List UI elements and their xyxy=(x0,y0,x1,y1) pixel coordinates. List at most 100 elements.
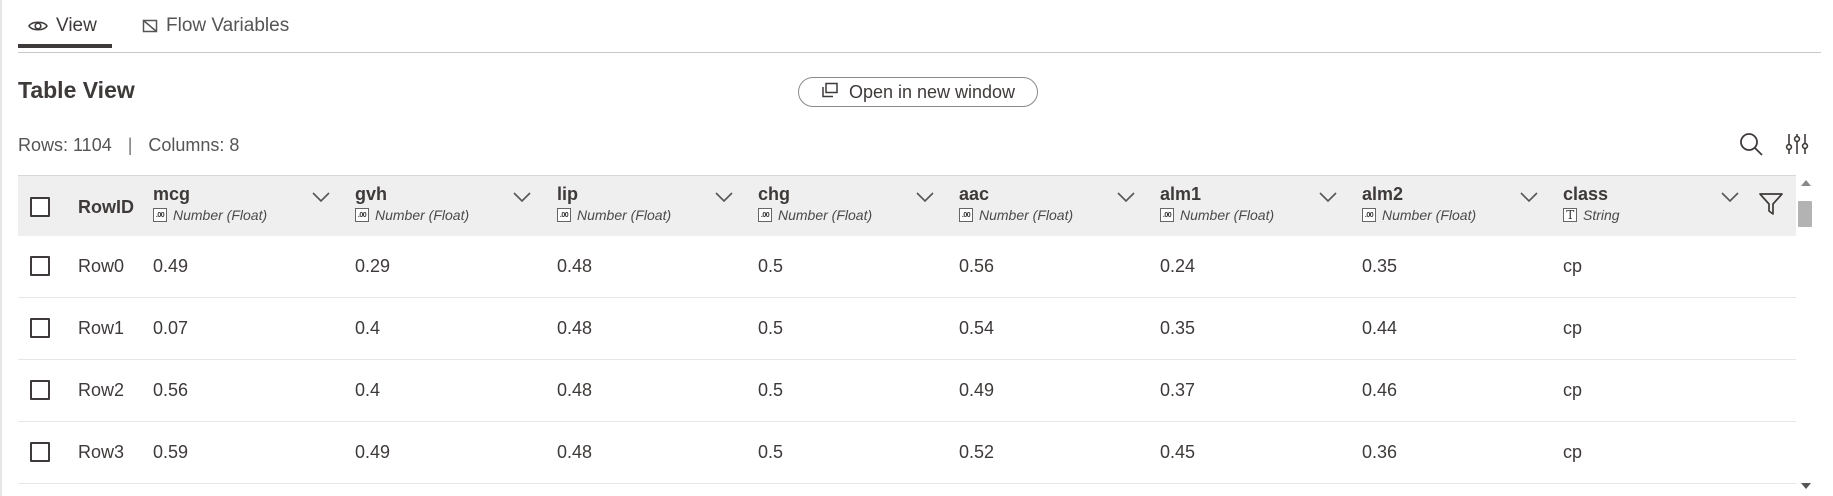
table-cell: 0.49 xyxy=(355,442,391,462)
column-type-label: String xyxy=(1583,207,1620,223)
column-type: .00 Number (Float) xyxy=(153,207,267,223)
row-checkbox[interactable] xyxy=(30,380,50,400)
scrollbar-thumb[interactable] xyxy=(1798,201,1812,227)
chevron-down-icon[interactable] xyxy=(915,190,935,209)
chevron-down-icon[interactable] xyxy=(311,190,331,209)
table-cell: 0.5 xyxy=(758,442,784,462)
table-cell: 0.48 xyxy=(557,256,593,276)
string-type-icon: T xyxy=(1563,208,1577,222)
table-cell: 0.4 xyxy=(355,318,381,338)
table-cell: 0.48 xyxy=(557,380,593,400)
column-name: alm1 xyxy=(1160,184,1202,204)
chevron-down-icon[interactable] xyxy=(1519,190,1539,209)
new-window-icon xyxy=(821,82,839,103)
table-cell: 0.37 xyxy=(1160,380,1196,400)
column-type-label: Number (Float) xyxy=(173,207,268,223)
table-header: RowID mcg .00 Number (Float) gvh .00 Numbe… xyxy=(18,175,1796,237)
table-row: Row1 0.07 0.4 0.48 0.5 0.54 0.35 0.44 cp xyxy=(18,298,1796,360)
table-cell: 0.59 xyxy=(153,442,189,462)
tab-flow-variables[interactable]: Flow Variables xyxy=(142,0,289,52)
chevron-down-icon[interactable] xyxy=(714,190,734,209)
row-checkbox[interactable] xyxy=(30,318,50,338)
column-name: mcg xyxy=(153,184,191,204)
filter-icon[interactable] xyxy=(1758,191,1784,222)
column-type-label: Number (Float) xyxy=(1382,207,1477,223)
row-id: Row2 xyxy=(78,380,125,400)
column-type: .00 Number (Float) xyxy=(1160,207,1274,223)
table-cell: 0.4 xyxy=(355,380,381,400)
chevron-down-icon[interactable] xyxy=(512,190,532,209)
rows-count: Rows: 1104 xyxy=(18,135,112,155)
column-type-label: Number (Float) xyxy=(778,207,873,223)
row-checkbox[interactable] xyxy=(30,442,50,462)
table-cell: cp xyxy=(1563,380,1583,400)
column-type-label: Number (Float) xyxy=(979,207,1074,223)
vertical-scrollbar[interactable] xyxy=(1796,175,1814,496)
tab-flow-variables-label: Flow Variables xyxy=(166,15,290,36)
column-type: .00 Number (Float) xyxy=(355,207,469,223)
row-checkbox[interactable] xyxy=(30,256,50,276)
chevron-down-icon[interactable] xyxy=(1318,190,1338,209)
table-cell: 0.52 xyxy=(959,442,995,462)
column-type-label: Number (Float) xyxy=(375,207,470,223)
table-cell: 0.35 xyxy=(1362,256,1398,276)
table-row: Row2 0.56 0.4 0.48 0.5 0.49 0.37 0.46 cp xyxy=(18,360,1796,422)
open-in-new-window-label: Open in new window xyxy=(848,81,1016,102)
rowid-header: RowID xyxy=(78,197,134,217)
table-cell: 0.46 xyxy=(1362,380,1398,400)
columns-count: Columns: 8 xyxy=(148,135,240,155)
table-cell: 0.24 xyxy=(1160,256,1196,276)
table-cell: 0.56 xyxy=(153,380,189,400)
table-cell: 0.35 xyxy=(1160,318,1196,338)
page-title: Table View xyxy=(18,77,135,103)
column-type: .00 Number (Float) xyxy=(557,207,671,223)
row-id: Row1 xyxy=(78,318,125,338)
scroll-down-arrow-icon[interactable] xyxy=(1801,483,1811,489)
table-cell: cp xyxy=(1563,318,1583,338)
table-cell: cp xyxy=(1563,442,1583,462)
float-type-icon: .00 xyxy=(1362,208,1376,222)
float-type-icon: .00 xyxy=(959,208,973,222)
column-name: chg xyxy=(758,184,791,204)
data-table: RowID mcg .00 Number (Float) gvh .00 Numbe… xyxy=(18,175,1796,496)
table-cell: 0.5 xyxy=(758,318,784,338)
float-type-icon: .00 xyxy=(758,208,772,222)
float-type-icon: .00 xyxy=(153,208,167,222)
search-icon[interactable] xyxy=(1738,131,1764,162)
column-type: .00 Number (Float) xyxy=(1362,207,1476,223)
table-cell: 0.07 xyxy=(153,318,189,338)
row-id: Row3 xyxy=(78,442,125,462)
table-cell: 0.49 xyxy=(959,380,995,400)
column-type: .00 Number (Float) xyxy=(758,207,872,223)
eye-icon xyxy=(28,19,48,33)
open-in-new-window-button[interactable]: Open in new window xyxy=(798,77,1038,107)
table-cell: 0.54 xyxy=(959,318,995,338)
column-name: lip xyxy=(557,184,578,204)
table-cell: 0.48 xyxy=(557,442,593,462)
flow-variables-icon xyxy=(142,19,158,33)
select-all-checkbox[interactable] xyxy=(30,197,50,217)
table-cell: 0.56 xyxy=(959,256,995,276)
table-info: Rows: 1104 | Columns: 8 xyxy=(18,135,239,156)
tab-bar: View Flow Variables xyxy=(18,0,1821,53)
table-cell: 0.5 xyxy=(758,380,784,400)
chevron-down-icon[interactable] xyxy=(1720,190,1740,209)
scroll-up-arrow-icon[interactable] xyxy=(1801,180,1811,186)
float-type-icon: .00 xyxy=(1160,208,1174,222)
table-row: Row0 0.49 0.29 0.48 0.5 0.56 0.24 0.35 c… xyxy=(18,236,1796,298)
column-name: class xyxy=(1563,184,1609,204)
chevron-down-icon[interactable] xyxy=(1116,190,1136,209)
column-name: gvh xyxy=(355,184,388,204)
tab-view-label: View xyxy=(56,15,97,36)
column-type: T String xyxy=(1563,207,1620,223)
float-type-icon: .00 xyxy=(355,208,369,222)
settings-sliders-icon[interactable] xyxy=(1785,131,1809,162)
column-type-label: Number (Float) xyxy=(577,207,672,223)
column-name: alm2 xyxy=(1362,184,1404,204)
table-cell: 0.48 xyxy=(557,318,593,338)
column-type: .00 Number (Float) xyxy=(959,207,1073,223)
table-row: Row3 0.59 0.49 0.48 0.5 0.52 0.45 0.36 c… xyxy=(18,422,1796,484)
column-type-label: Number (Float) xyxy=(1180,207,1275,223)
table-cell: 0.49 xyxy=(153,256,189,276)
float-type-icon: .00 xyxy=(557,208,571,222)
